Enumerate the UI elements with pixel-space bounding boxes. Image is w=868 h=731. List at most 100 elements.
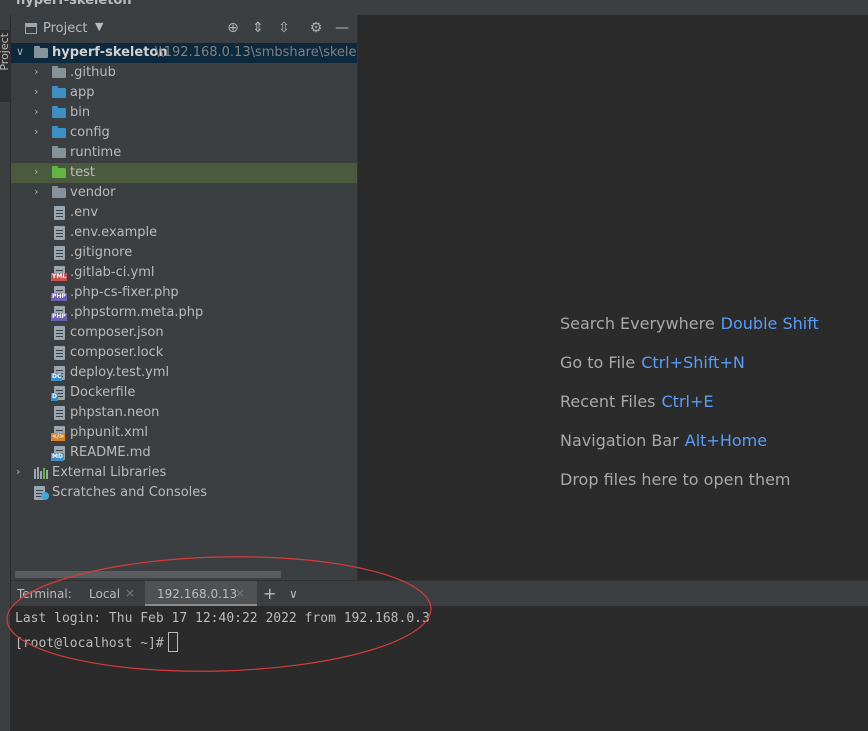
tree-item-label: .php-cs-fixer.php xyxy=(70,285,179,300)
tree-item-label: phpunit.xml xyxy=(70,425,149,440)
hint-text: Recent Files xyxy=(560,392,656,411)
chevron-right-icon[interactable]: › xyxy=(34,65,44,78)
file-icon xyxy=(54,206,65,220)
left-tool-stripe: Project xyxy=(0,15,11,731)
scratch-badge-icon xyxy=(41,492,49,500)
scratches-and-consoles[interactable]: Scratches and Consoles xyxy=(11,483,357,503)
hide-panel-icon[interactable]: — xyxy=(334,20,350,36)
folder-icon xyxy=(52,166,66,178)
tree-file[interactable]: DC deploy.test.yml xyxy=(11,363,357,383)
chevron-down-icon[interactable]: ▼ xyxy=(95,20,103,33)
chevron-right-icon[interactable]: › xyxy=(34,165,44,178)
terminal-output[interactable]: Last login: Thu Feb 17 12:40:22 2022 fro… xyxy=(11,606,868,731)
project-window-icon xyxy=(25,23,37,34)
locate-file-icon[interactable]: ⊕ xyxy=(225,20,241,36)
chevron-right-icon[interactable]: › xyxy=(34,85,44,98)
file-icon xyxy=(54,326,65,340)
project-panel-title[interactable]: Project xyxy=(43,21,87,36)
tree-folder[interactable]: › config xyxy=(11,123,357,143)
tree-folder[interactable]: › app xyxy=(11,83,357,103)
expand-all-icon[interactable]: ⇕ xyxy=(250,20,266,36)
tree-file[interactable]: .gitignore xyxy=(11,243,357,263)
tree-root[interactable]: ∨ hyperf-skeleton \\192.168.0.13\smbshar… xyxy=(11,43,382,63)
tree-file[interactable]: composer.lock xyxy=(11,343,357,363)
close-icon[interactable]: × xyxy=(125,586,135,600)
editor-hint: Go to File Ctrl+Shift+N xyxy=(560,353,745,372)
hint-text: Drop files here to open them xyxy=(560,470,791,489)
project-panel: Project ▼ ⊕ ⇕ ⇳ ⚙ — ∨ hyperf-skeleton \\… xyxy=(11,15,382,580)
chevron-right-icon[interactable]: › xyxy=(34,125,44,138)
editor-hint: Navigation Bar Alt+Home xyxy=(560,431,767,450)
file-type-badge: DC xyxy=(51,373,63,381)
chevron-right-icon[interactable]: › xyxy=(16,465,26,478)
project-tool-tab-label: Project xyxy=(0,33,11,71)
terminal-prompt-line[interactable]: [root@localhost ~]# xyxy=(15,632,178,652)
tree-item-label: composer.json xyxy=(70,325,164,340)
editor-empty-area[interactable]: Search Everywhere Double Shift Go to File C… xyxy=(357,15,868,580)
window-title: hyperf-skeleton xyxy=(16,0,132,8)
scratches-label: Scratches and Consoles xyxy=(52,485,208,500)
hint-text: Go to File xyxy=(560,353,636,372)
file-type-badge: D xyxy=(51,393,58,401)
collapse-all-icon[interactable]: ⇳ xyxy=(276,20,292,36)
file-type-badge: </> xyxy=(51,433,66,441)
file-icon xyxy=(54,246,65,260)
terminal-line: Last login: Thu Feb 17 12:40:22 2022 fro… xyxy=(15,611,430,626)
hint-shortcut: Ctrl+E xyxy=(661,392,714,411)
tree-folder[interactable]: › bin xyxy=(11,103,357,123)
root-path: \\192.168.0.13\smbshare\skeleton\ xyxy=(155,45,383,60)
file-icon xyxy=(54,406,65,420)
tree-file[interactable]: </> phpunit.xml xyxy=(11,423,357,443)
tree-item-label: Dockerfile xyxy=(70,385,136,400)
terminal-tab-bar: Terminal: Local × 192.168.0.13 × + ∨ xyxy=(11,580,868,607)
tree-item-label: config xyxy=(70,125,110,140)
chevron-right-icon[interactable]: › xyxy=(34,105,44,118)
tree-file[interactable]: phpstan.neon xyxy=(11,403,357,423)
tree-file[interactable]: D Dockerfile xyxy=(11,383,357,403)
folder-icon xyxy=(52,186,66,198)
tree-item-label: .gitlab-ci.yml xyxy=(70,265,155,280)
tree-item-label: phpstan.neon xyxy=(70,405,160,420)
tree-folder[interactable]: › .github xyxy=(11,63,357,83)
file-type-badge: PHP xyxy=(51,313,67,321)
file-icon xyxy=(54,346,65,360)
tree-item-label: README.md xyxy=(70,445,151,460)
editor-hint: Recent Files Ctrl+E xyxy=(560,392,713,411)
editor-hint: Drop files here to open them xyxy=(560,470,791,489)
tree-file[interactable]: PHP .phpstorm.meta.php xyxy=(11,303,357,323)
chevron-right-icon[interactable]: › xyxy=(34,185,44,198)
new-tab-icon[interactable]: + xyxy=(263,584,276,603)
tree-item-label: .github xyxy=(70,65,116,80)
tab-local[interactable]: Local × xyxy=(81,581,143,607)
tree-item-label: .gitignore xyxy=(70,245,133,260)
close-icon[interactable]: × xyxy=(235,586,245,600)
file-type-badge: YML xyxy=(51,273,68,281)
tree-item-label: vendor xyxy=(70,185,116,200)
hint-text: Navigation Bar xyxy=(560,431,679,450)
gear-icon[interactable]: ⚙ xyxy=(308,20,324,36)
root-name: hyperf-skeleton xyxy=(52,45,168,60)
tree-file[interactable]: PHP .php-cs-fixer.php xyxy=(11,283,357,303)
hint-text: Search Everywhere xyxy=(560,314,715,333)
tree-file[interactable]: MD README.md xyxy=(11,443,357,463)
editor-hint: Search Everywhere Double Shift xyxy=(560,314,819,333)
hint-shortcut: Alt+Home xyxy=(684,431,768,450)
tab-remote[interactable]: 192.168.0.13 × xyxy=(145,581,257,607)
terminal-cursor xyxy=(167,632,178,652)
chevron-down-icon[interactable]: ∨ xyxy=(16,45,26,58)
tree-file[interactable]: composer.json xyxy=(11,323,357,343)
file-type-badge: PHP xyxy=(51,293,67,301)
horizontal-scrollbar[interactable] xyxy=(15,571,281,578)
tab-local-label: Local xyxy=(89,587,121,601)
chevron-down-icon[interactable]: ∨ xyxy=(289,587,298,601)
tree-item-label: deploy.test.yml xyxy=(70,365,170,380)
tree-file[interactable]: .env.example xyxy=(11,223,357,243)
tree-file[interactable]: .env xyxy=(11,203,357,223)
tree-folder[interactable]: › test xyxy=(11,163,357,183)
external-libraries-label: External Libraries xyxy=(52,465,167,480)
tree-folder[interactable]: › vendor xyxy=(11,183,357,203)
tree-folder[interactable]: runtime xyxy=(11,143,357,163)
project-tool-tab[interactable]: Project xyxy=(0,30,11,102)
external-libraries[interactable]: › External Libraries xyxy=(11,463,357,483)
tree-file[interactable]: YML .gitlab-ci.yml xyxy=(11,263,357,283)
